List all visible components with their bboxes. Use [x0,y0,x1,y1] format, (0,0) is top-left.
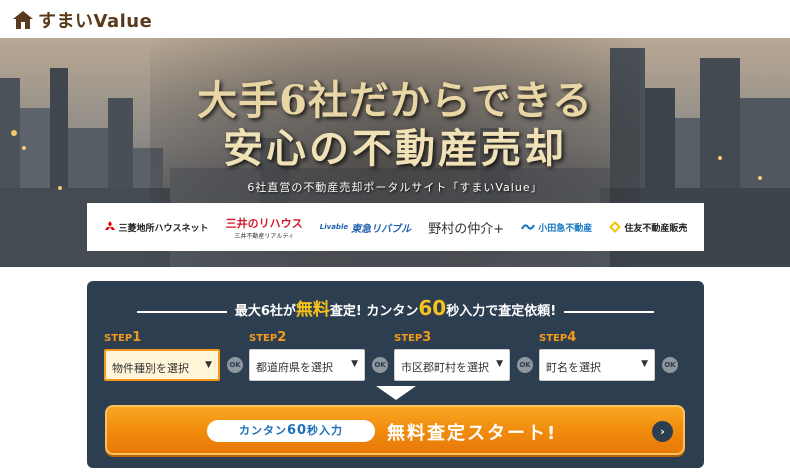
partner-logo-mitsui[interactable]: 三井のリハウス 三井不動産リアルティ [226,215,303,240]
chevron-down-icon: ▼ [496,359,503,369]
site-logo[interactable]: すまいValue [12,7,152,33]
step-3-label: STEP3 [394,330,432,345]
mitsubishi-diamond-icon [104,221,115,230]
town-select[interactable]: 町名を選択 ▼ [539,349,655,381]
step-1-label: STEP1 [104,330,142,345]
step-4-ok-icon: OK [662,357,678,373]
partner-logo-sumitomo[interactable]: 住友不動産販売 [609,221,687,234]
hero-subtitle: 6社直営の不動産売却ポータルサイト「すまいValue」 [247,181,543,194]
cta-label: 無料査定スタート! [387,423,558,444]
house-icon [12,10,34,30]
start-assessment-button[interactable]: カンタン60秒入力 無料査定スタート! › [105,405,685,455]
livable-mark: Livable [319,223,349,231]
step-2-label: STEP2 [249,330,287,345]
site-header: すまいValue [0,0,790,38]
step-2-ok-icon: OK [372,357,388,373]
partner-name: 三菱地所ハウスネット [118,223,209,234]
step-3-ok-icon: OK [517,357,533,373]
chevron-down-icon: ▼ [351,359,358,369]
partner-subname: 三井不動産リアルティ [234,232,294,240]
partner-logo-odakyu[interactable]: 小田急不動産 [521,221,592,234]
partner-logo-tokyu[interactable]: Livable 東急リバブル [320,220,411,235]
partner-name: 野村の仲介+ [428,221,505,237]
chevron-down-icon: ▼ [205,360,212,370]
city-select[interactable]: 市区郡町村を選択 ▼ [394,349,510,381]
heading-seconds: 60 [418,296,447,320]
sumitomo-diamond-icon [609,221,622,233]
partner-name: 住友不動産販売 [624,223,688,234]
partner-logos: 三菱地所ハウスネット 三井のリハウス 三井不動産リアルティ Livable 東急… [87,203,704,251]
heading-rule-right [564,310,655,313]
partner-name: 小田急不動産 [538,223,593,234]
prefecture-select[interactable]: 都道府県を選択 ▼ [249,349,365,381]
hero-banner: 大手6社だからできる 安心の不動産売却 6社直営の不動産売却ポータルサイト「すま… [0,38,790,267]
assessment-form: 最大6社が無料査定! カンタン60秒入力で査定依頼! STEP1 物件種別を選択… [87,281,704,468]
heading-mid: 査定! カンタン [329,304,419,319]
partner-name: 三井のリハウス [225,216,303,230]
step-1-ok-icon: OK [227,357,243,373]
down-arrow-icon [376,386,416,400]
heading-pre: 最大6社が [234,304,296,319]
partner-name: 東急リバブル [351,223,412,235]
chevron-right-icon: › [652,421,673,442]
odakyu-wave-icon [521,224,536,230]
step-4-label: STEP4 [539,330,577,345]
heading-post: 秒入力で査定依頼! [446,304,557,319]
form-heading: 最大6社が無料査定! カンタン60秒入力で査定依頼! [87,295,704,320]
partner-logo-mitsubishi[interactable]: 三菱地所ハウスネット [104,221,209,234]
property-type-select[interactable]: 物件種別を選択 ▼ [104,349,220,381]
hero-title-line2: 安心の不動産売却 [223,125,567,172]
heading-rule-left [136,310,227,313]
heading-free: 無料 [295,300,330,320]
chevron-down-icon: ▼ [641,359,648,369]
logo-text: すまいValue [38,11,153,32]
cta-badge: カンタン60秒入力 [207,420,375,442]
partner-logo-nomura[interactable]: 野村の仲介+ [428,218,504,237]
